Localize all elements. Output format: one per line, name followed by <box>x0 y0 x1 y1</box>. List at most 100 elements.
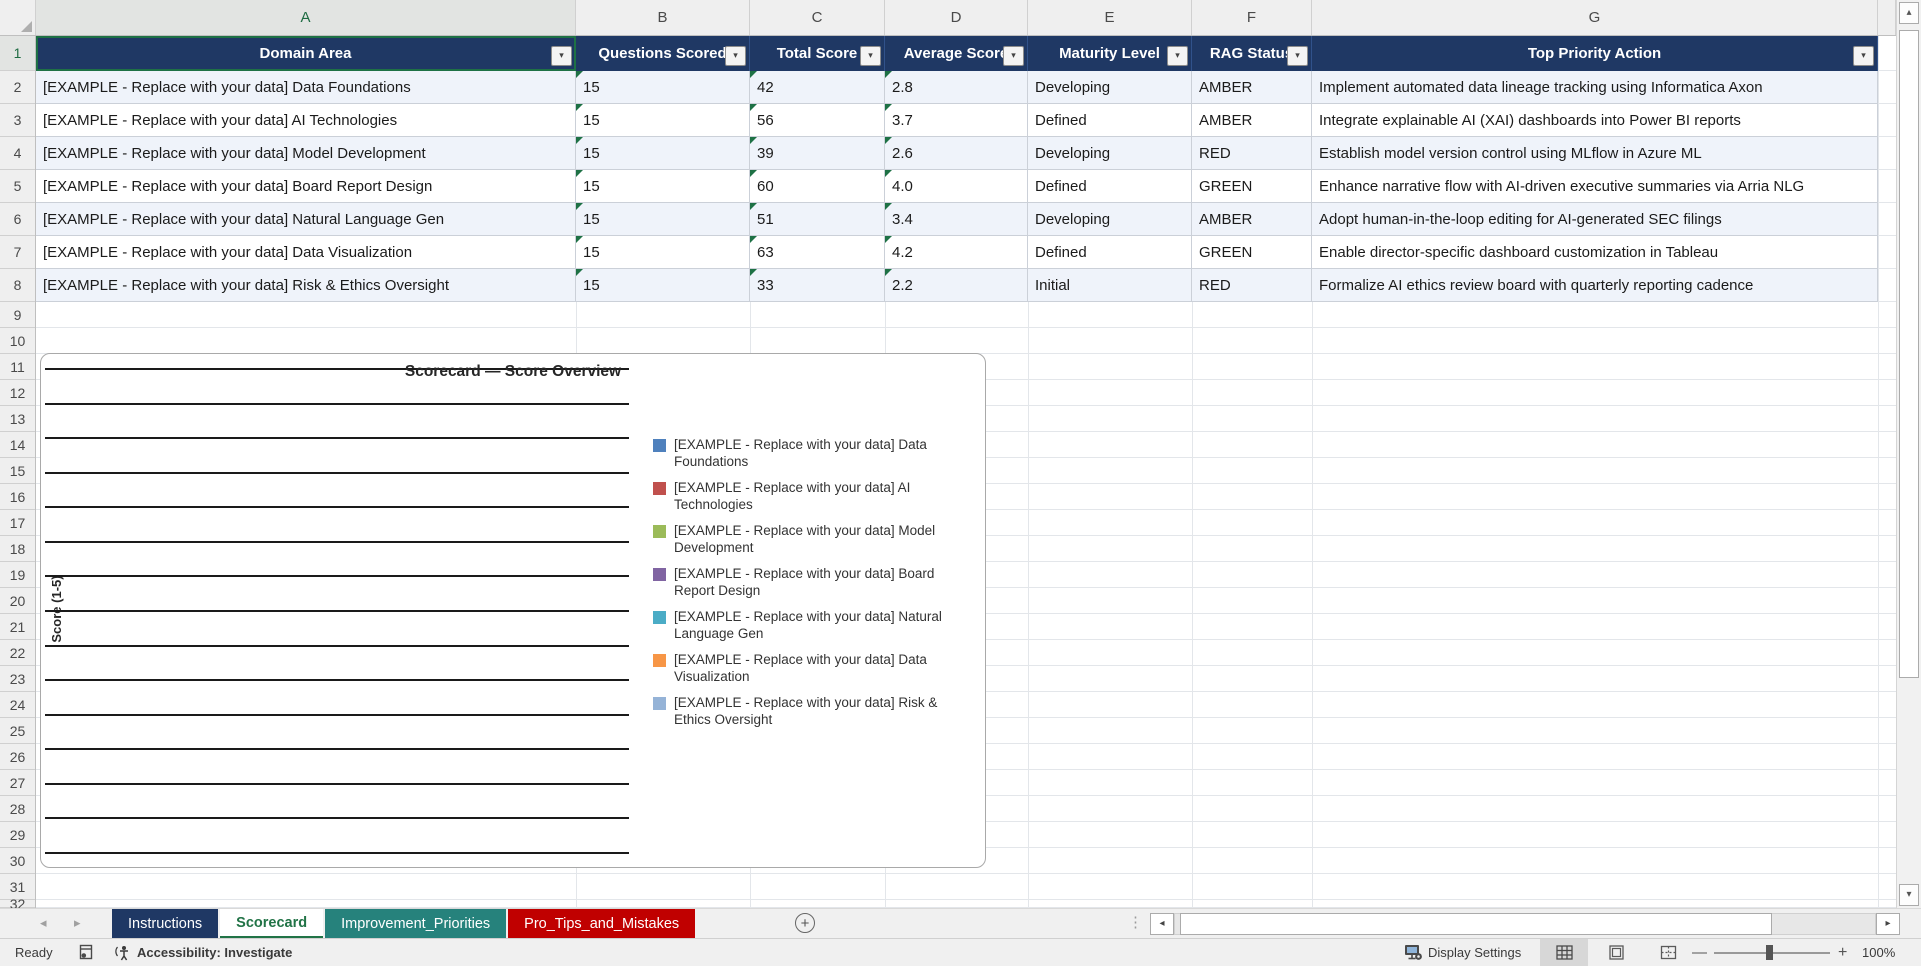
column-header-d[interactable]: D <box>885 0 1028 35</box>
row-header-5[interactable]: 5 <box>0 170 35 203</box>
column-header-partial[interactable] <box>1878 0 1896 35</box>
table-cell[interactable]: [EXAMPLE - Replace with your data] Natur… <box>36 203 576 236</box>
vertical-scrollbar-thumb[interactable] <box>1899 30 1919 678</box>
zoom-slider-handle[interactable] <box>1766 945 1773 960</box>
table-cell[interactable]: 51 <box>750 203 885 236</box>
row-header-4[interactable]: 4 <box>0 137 35 170</box>
row-header-1[interactable]: 1 <box>0 36 35 71</box>
table-cell[interactable]: RED <box>1192 137 1312 170</box>
table-header-rag-status[interactable]: RAG Status ▾ <box>1192 36 1312 71</box>
filter-dropdown-icon[interactable]: ▾ <box>551 46 572 66</box>
table-cell[interactable]: Developing <box>1028 71 1192 104</box>
table-cell[interactable]: Adopt human-in-the-loop editing for AI-g… <box>1312 203 1878 236</box>
legend-item[interactable]: [EXAMPLE - Replace with your data] Data … <box>653 436 953 470</box>
filter-dropdown-icon[interactable]: ▾ <box>1853 46 1874 66</box>
sheet-tab-scorecard[interactable]: Scorecard <box>220 909 324 939</box>
table-cell[interactable]: 42 <box>750 71 885 104</box>
row-header-30[interactable]: 30 <box>0 848 35 874</box>
sheet-tab-improvement_priorities[interactable]: Improvement_Priorities <box>325 909 507 939</box>
table-cell[interactable]: 39 <box>750 137 885 170</box>
table-cell[interactable]: GREEN <box>1192 170 1312 203</box>
legend-item[interactable]: [EXAMPLE - Replace with your data] Data … <box>653 651 953 685</box>
table-cell[interactable]: Establish model version control using ML… <box>1312 137 1878 170</box>
row-header-28[interactable]: 28 <box>0 796 35 822</box>
table-cell[interactable]: 63 <box>750 236 885 269</box>
table-cell[interactable]: 33 <box>750 269 885 302</box>
table-cell[interactable]: 15 <box>576 104 750 137</box>
display-settings-icon[interactable] <box>1404 939 1423 966</box>
row-header-8[interactable]: 8 <box>0 269 35 302</box>
table-cell[interactable]: 15 <box>576 170 750 203</box>
table-cell[interactable]: [EXAMPLE - Replace with your data] Risk … <box>36 269 576 302</box>
row-header-32[interactable]: 32 <box>0 896 35 912</box>
table-cell[interactable]: Enable director-specific dashboard custo… <box>1312 236 1878 269</box>
column-header-c[interactable]: C <box>750 0 885 35</box>
table-cell[interactable]: 2.6 <box>885 137 1028 170</box>
horizontal-scrollbar-thumb[interactable] <box>1180 913 1772 935</box>
table-cell[interactable]: RED <box>1192 269 1312 302</box>
tab-scroll-right-icon[interactable]: ▸ <box>74 915 81 931</box>
table-cell[interactable]: 3.7 <box>885 104 1028 137</box>
row-header-2[interactable]: 2 <box>0 71 35 104</box>
row-header-11[interactable]: 11 <box>0 354 35 380</box>
filter-dropdown-icon[interactable]: ▾ <box>1003 46 1024 66</box>
table-header-questions-scored[interactable]: Questions Scored ▾ <box>576 36 750 71</box>
row-header-29[interactable]: 29 <box>0 822 35 848</box>
table-header-domain-area[interactable]: Domain Area ▾ <box>36 36 576 71</box>
vertical-scrollbar[interactable]: ▴ ▾ <box>1896 0 1921 908</box>
tab-overflow-dots-icon[interactable]: ⋮ <box>1128 913 1143 931</box>
row-header-16[interactable]: 16 <box>0 484 35 510</box>
table-header-top-priority-action[interactable]: Top Priority Action ▾ <box>1312 36 1878 71</box>
table-cell[interactable]: 15 <box>576 203 750 236</box>
normal-view-button[interactable] <box>1540 939 1588 966</box>
legend-item[interactable]: [EXAMPLE - Replace with your data] Natur… <box>653 608 953 642</box>
legend-item[interactable]: [EXAMPLE - Replace with your data] Risk … <box>653 694 953 728</box>
table-cell[interactable]: AMBER <box>1192 104 1312 137</box>
table-cell[interactable]: [EXAMPLE - Replace with your data] Data … <box>36 236 576 269</box>
zoom-level-label[interactable]: 100% <box>1862 939 1895 966</box>
table-cell[interactable]: 56 <box>750 104 885 137</box>
table-cell[interactable]: [EXAMPLE - Replace with your data] Board… <box>36 170 576 203</box>
row-header-12[interactable]: 12 <box>0 380 35 406</box>
row-header-10[interactable]: 10 <box>0 328 35 354</box>
table-header-total-score[interactable]: Total Score ▾ <box>750 36 885 71</box>
table-cell[interactable]: Initial <box>1028 269 1192 302</box>
table-cell[interactable]: AMBER <box>1192 203 1312 236</box>
row-header-9[interactable]: 9 <box>0 302 35 328</box>
filter-dropdown-icon[interactable]: ▾ <box>725 46 746 66</box>
row-header-27[interactable]: 27 <box>0 770 35 796</box>
legend-item[interactable]: [EXAMPLE - Replace with your data] AI Te… <box>653 479 953 513</box>
table-cell[interactable]: Defined <box>1028 170 1192 203</box>
legend-item[interactable]: [EXAMPLE - Replace with your data] Model… <box>653 522 953 556</box>
table-cell[interactable]: Formalize AI ethics review board with qu… <box>1312 269 1878 302</box>
table-cell[interactable]: Developing <box>1028 137 1192 170</box>
table-cell[interactable]: AMBER <box>1192 71 1312 104</box>
filter-dropdown-icon[interactable]: ▾ <box>1287 46 1308 66</box>
page-break-preview-button[interactable] <box>1644 939 1692 966</box>
filter-dropdown-icon[interactable]: ▾ <box>1167 46 1188 66</box>
accessibility-status-label[interactable]: Accessibility: Investigate <box>137 939 292 966</box>
page-layout-view-button[interactable] <box>1592 939 1640 966</box>
scorecard-chart[interactable]: Score (1-5) [EXAMPLE - Replace with your… <box>40 353 986 868</box>
table-cell[interactable]: [EXAMPLE - Replace with your data] AI Te… <box>36 104 576 137</box>
row-header-18[interactable]: 18 <box>0 536 35 562</box>
new-sheet-button[interactable]: + <box>795 913 815 933</box>
display-settings-label[interactable]: Display Settings <box>1428 939 1521 966</box>
column-header-g[interactable]: G <box>1312 0 1878 35</box>
scroll-up-icon[interactable]: ▴ <box>1899 2 1919 24</box>
column-header-f[interactable]: F <box>1192 0 1312 35</box>
sheet-tab-instructions[interactable]: Instructions <box>112 909 219 939</box>
table-cell[interactable]: Enhance narrative flow with AI-driven ex… <box>1312 170 1878 203</box>
table-cell[interactable]: 60 <box>750 170 885 203</box>
table-cell[interactable]: [EXAMPLE - Replace with your data] Data … <box>36 71 576 104</box>
row-header-3[interactable]: 3 <box>0 104 35 137</box>
select-all-button[interactable] <box>0 0 36 35</box>
table-cell[interactable]: GREEN <box>1192 236 1312 269</box>
worksheet-grid[interactable]: Domain Area ▾ Questions Scored ▾ Total Score… <box>36 36 1896 908</box>
row-header-25[interactable]: 25 <box>0 718 35 744</box>
legend-item[interactable]: [EXAMPLE - Replace with your data] Board… <box>653 565 953 599</box>
hscroll-right-icon[interactable]: ▸ <box>1876 913 1900 935</box>
table-cell[interactable]: Developing <box>1028 203 1192 236</box>
row-header-13[interactable]: 13 <box>0 406 35 432</box>
row-header-17[interactable]: 17 <box>0 510 35 536</box>
